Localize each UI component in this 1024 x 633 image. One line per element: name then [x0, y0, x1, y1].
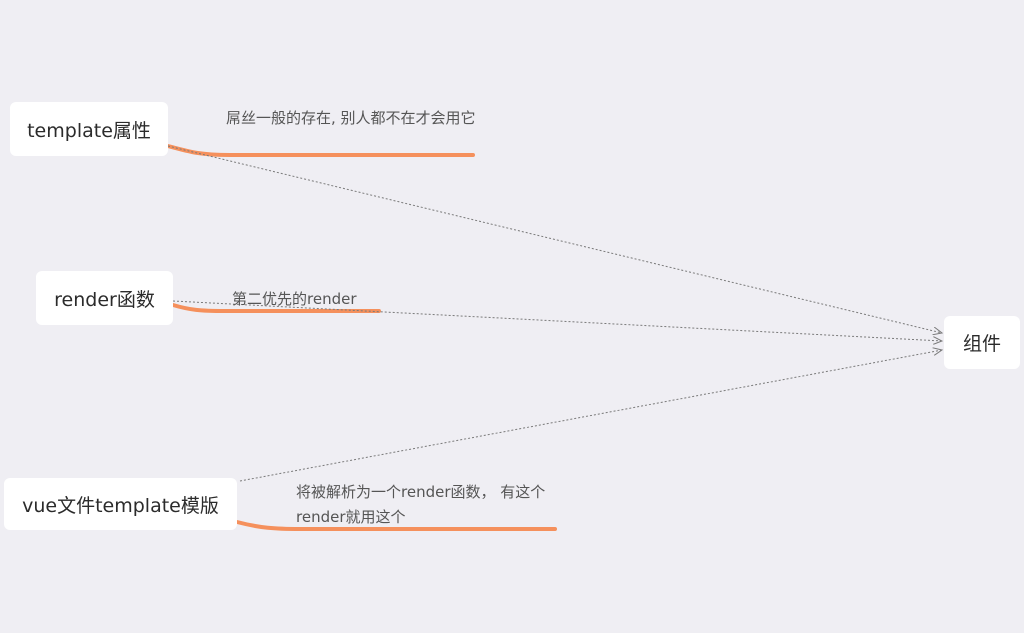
underline-template-note [166, 144, 475, 157]
node-component[interactable]: 组件 [944, 316, 1020, 369]
arrow-vue-to-component [239, 350, 942, 482]
node-template-attribute[interactable]: template属性 [10, 102, 168, 156]
note-template-attribute: 屌丝一般的存在, 别人都不在才会用它 [226, 109, 476, 127]
note-render-function: 第二优先的render [232, 290, 357, 308]
note-vue-file-template: 将被解析为一个render函数， 有这个render就用这个 [296, 483, 546, 526]
node-vue-file-template[interactable]: vue文件template模版 [4, 478, 237, 530]
node-render-function[interactable]: render函数 [36, 271, 173, 325]
